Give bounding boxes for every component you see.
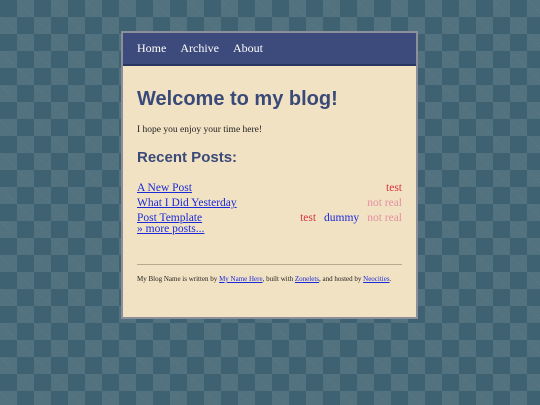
neocities-link[interactable]: Neocities — [363, 275, 389, 283]
author-link[interactable]: My Name Here — [219, 275, 263, 283]
post-list: A New Post test What I Did Yesterday not… — [137, 178, 402, 238]
footer-divider — [137, 264, 402, 265]
zonelets-link[interactable]: Zonelets — [295, 275, 319, 283]
list-item: Post Template test dummy not real — [137, 208, 402, 226]
nav-about[interactable]: About — [233, 41, 263, 56]
nav-home[interactable]: Home — [137, 41, 166, 56]
tag-dummy[interactable]: dummy — [324, 212, 359, 224]
post-link[interactable]: What I Did Yesterday — [137, 197, 237, 209]
footer-text: My Blog Name is written by — [137, 275, 220, 283]
intro-text: I hope you enjoy your time here! — [137, 125, 263, 135]
tag-test[interactable]: test — [300, 212, 316, 224]
tag-not-real[interactable]: not real — [367, 212, 402, 224]
main-content: Welcome to my blog! I hope you enjoy you… — [123, 66, 416, 283]
blog-container: Home Archive About Welcome to my blog! I… — [121, 31, 418, 319]
post-link[interactable]: A New Post — [137, 182, 192, 194]
page-title: Welcome to my blog! — [137, 88, 338, 110]
footer-text: , built with — [262, 275, 295, 283]
nav-archive[interactable]: Archive — [180, 41, 219, 56]
footer: My Blog Name is written by My Name Here,… — [137, 275, 402, 283]
footer-text: . — [389, 275, 392, 283]
post-tags: test dummy not real — [296, 208, 402, 226]
more-posts-link[interactable]: » more posts... — [137, 223, 204, 235]
recent-posts-heading: Recent Posts: — [137, 149, 238, 166]
list-item: A New Post test — [137, 178, 402, 194]
list-item: What I Did Yesterday not real — [137, 193, 402, 209]
nav-bar: Home Archive About — [123, 33, 416, 66]
footer-text: , and hosted by — [319, 275, 364, 283]
